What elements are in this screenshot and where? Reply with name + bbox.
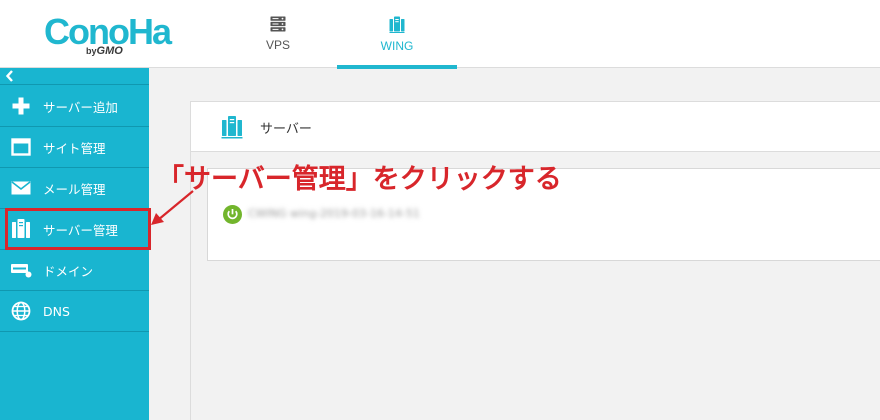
annotation-text: 「サーバー管理」をクリックする bbox=[157, 164, 562, 195]
sidebar-item-server-management[interactable]: サーバー管理 bbox=[0, 209, 149, 250]
tab-wing-label: WING bbox=[380, 38, 414, 53]
power-on-icon bbox=[223, 205, 242, 224]
sidebar: サーバー追加 サイト管理 メール管理 サーバー管理 ドメイン DNS bbox=[0, 68, 149, 420]
window-icon bbox=[10, 136, 32, 158]
panel-title: サーバー bbox=[260, 122, 312, 137]
sidebar-collapse-button[interactable] bbox=[0, 68, 149, 85]
arrow-icon bbox=[151, 190, 194, 225]
sidebar-item-label: サーバー追加 bbox=[43, 99, 118, 115]
logo-by-gmo: byGMO bbox=[86, 45, 123, 57]
conoha-logo[interactable]: ConoHa byGMO bbox=[44, 12, 174, 58]
tab-vps-label: VPS bbox=[265, 38, 290, 52]
wing-servers-icon bbox=[389, 16, 405, 33]
main-panel: サーバー CWING wing-2019-03-16-14-51 bbox=[190, 101, 880, 420]
sidebar-item-mail-management[interactable]: メール管理 bbox=[0, 168, 149, 209]
sidebar-item-label: DNS bbox=[43, 303, 70, 319]
sidebar-item-domain[interactable]: ドメイン bbox=[0, 250, 149, 291]
mail-icon bbox=[10, 177, 32, 199]
plus-icon bbox=[10, 95, 32, 117]
server-name[interactable]: CWING wing-2019-03-16-14-51 bbox=[248, 207, 420, 220]
tab-wing[interactable]: WING bbox=[337, 0, 457, 69]
sidebar-item-label: メール管理 bbox=[43, 181, 106, 197]
server-icon bbox=[10, 218, 32, 240]
sidebar-item-label: サーバー管理 bbox=[43, 222, 118, 238]
tab-vps[interactable]: VPS bbox=[236, 0, 320, 68]
globe-icon bbox=[10, 300, 32, 322]
sidebar-item-label: ドメイン bbox=[43, 263, 94, 279]
chevron-left-icon bbox=[5, 70, 13, 82]
server-rack-icon bbox=[270, 16, 286, 32]
server-icon bbox=[221, 116, 243, 139]
domain-icon bbox=[10, 259, 32, 281]
sidebar-item-dns[interactable]: DNS bbox=[0, 291, 149, 332]
sidebar-item-site-management[interactable]: サイト管理 bbox=[0, 127, 149, 168]
sidebar-item-add-server[interactable]: サーバー追加 bbox=[0, 86, 149, 127]
top-header: ConoHa byGMO VPS WING bbox=[0, 0, 880, 69]
sidebar-item-label: サイト管理 bbox=[43, 140, 106, 156]
panel-header: サーバー bbox=[191, 102, 880, 152]
